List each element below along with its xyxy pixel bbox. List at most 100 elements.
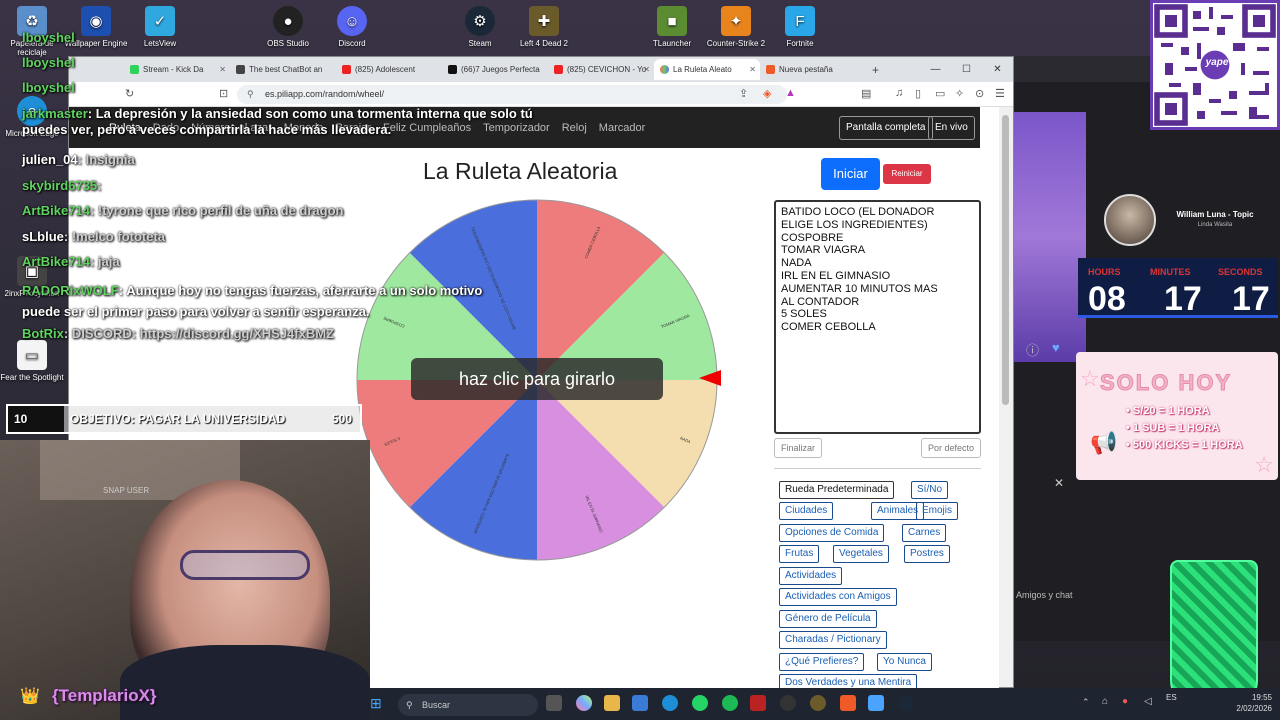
steam-icon[interactable] xyxy=(898,695,914,711)
goal-target: 500 xyxy=(331,412,352,426)
notes-icon[interactable] xyxy=(868,695,884,711)
edge-icon[interactable] xyxy=(662,695,678,711)
clock[interactable]: 19:55 2/02/2026 xyxy=(1232,692,1272,714)
new-tab-button[interactable]: + xyxy=(872,63,879,77)
reload-icon[interactable]: ↻ xyxy=(125,87,134,100)
site-info-icon[interactable]: ⚲ xyxy=(247,85,254,104)
close-panel-icon[interactable]: ✕ xyxy=(1054,476,1064,490)
default-button[interactable]: Por defecto xyxy=(921,438,982,458)
tab-chatbot[interactable]: The best ChatBot an xyxy=(230,59,336,80)
song-title: William Luna - Topic xyxy=(1176,210,1254,219)
spin-hint[interactable]: haz clic para girarlo xyxy=(411,358,663,400)
spotify-icon[interactable] xyxy=(722,695,738,711)
preset-vegetables[interactable]: Vegetales xyxy=(833,545,889,563)
tab-tiktok[interactable]: (66)7 Juegos Perfecta xyxy=(442,59,548,80)
fortnite-icon: F xyxy=(785,6,815,36)
preset-default-wheel[interactable]: Rueda Predeterminada xyxy=(779,481,895,499)
preset-cities[interactable]: Ciudades xyxy=(779,502,834,520)
tray-app-icon[interactable]: ● xyxy=(1122,696,1128,707)
preset-activities-friends[interactable]: Actividades con Amigos xyxy=(779,588,897,606)
seconds-value: 17 xyxy=(1232,280,1270,318)
preset-emojis[interactable]: Emojis xyxy=(916,502,959,520)
desktop-icon-fortnite[interactable]: F Fortnite xyxy=(768,6,832,48)
rewards-icon[interactable]: ▲ xyxy=(785,87,796,99)
nav-marcador[interactable]: Marcador xyxy=(599,122,645,134)
media-icon[interactable]: ♫ xyxy=(895,87,903,99)
copilot-icon[interactable] xyxy=(576,695,592,711)
preset-never-have-i[interactable]: Yo Nunca xyxy=(877,653,932,671)
maximize-icon[interactable]: ☐ xyxy=(951,57,982,82)
desktop-icon-letsview[interactable]: ✓ LetsView xyxy=(128,6,192,48)
preset-movie-genre[interactable]: Género de Película xyxy=(779,610,877,628)
windows-start-icon[interactable]: ⊞ xyxy=(370,695,382,712)
leo-icon[interactable]: ✧ xyxy=(955,87,964,100)
wallet-icon[interactable]: ▭ xyxy=(935,87,945,100)
chat-line: julien_04: Insignia xyxy=(22,152,135,167)
preset-meats[interactable]: Carnes xyxy=(902,524,947,542)
countdown-timer: HOURS MINUTES SECONDS 08 17 17 xyxy=(1078,258,1278,318)
whatsapp-icon[interactable] xyxy=(692,695,708,711)
tab-youtube-2[interactable]: (825) CEVICHON - Yo ✕ xyxy=(548,59,654,80)
url-bar[interactable]: ⚲ es.piliapp.com/random/wheel/ xyxy=(237,84,787,104)
vpn-icon[interactable]: ⊙ xyxy=(975,87,984,100)
minimize-icon[interactable]: — xyxy=(920,57,951,82)
desktop-icon-steam[interactable]: ⚙ Steam xyxy=(448,6,512,48)
close-icon[interactable]: ✕ xyxy=(982,57,1013,82)
tab-kick[interactable]: Stream - Kick Da ✕ xyxy=(124,59,230,80)
friends-chat-label[interactable]: Amigos y chat xyxy=(1016,590,1073,600)
finish-button[interactable]: Finalizar xyxy=(774,438,823,458)
info-icon[interactable]: ⓘ xyxy=(1026,340,1039,359)
tab-ruleta[interactable]: La Ruleta Aleato ✕ xyxy=(654,59,760,80)
preset-desserts[interactable]: Postres xyxy=(904,545,950,563)
desktop-icon-left4dead2[interactable]: ✚ Left 4 Dead 2 xyxy=(512,6,576,48)
start-button[interactable]: Iniciar xyxy=(821,158,880,190)
taskbar-search[interactable]: ⚲ Buscar xyxy=(398,694,538,716)
tray-chevron-icon[interactable]: ⌃ xyxy=(1082,697,1090,708)
song-subtitle: Linda Wasita xyxy=(1197,222,1233,228)
desktop-icon-cs2[interactable]: ✦ Counter-Strike 2 xyxy=(704,6,768,48)
brave-shield-icon[interactable]: ◈ xyxy=(763,87,771,100)
brave-icon[interactable] xyxy=(840,695,856,711)
preset-would-you-rather[interactable]: ¿Qué Prefieres? xyxy=(779,653,865,671)
nav-reloj[interactable]: Reloj xyxy=(562,122,587,134)
preset-activities[interactable]: Actividades xyxy=(779,567,843,585)
options-textarea[interactable]: BATIDO LOCO (EL DONADOR ELIGE LOS INGRED… xyxy=(774,200,981,434)
network-icon[interactable]: ⌂ xyxy=(1102,696,1108,707)
desktop-icon-tlauncher[interactable]: ■ TLauncher xyxy=(640,6,704,48)
reset-button[interactable]: Reiniciar xyxy=(883,164,931,184)
language-indicator[interactable]: ES xyxy=(1166,692,1177,703)
reader-icon[interactable]: ▤ xyxy=(861,87,871,100)
volume-icon[interactable]: ◁ xyxy=(1144,696,1152,707)
task-view-icon[interactable] xyxy=(546,695,562,711)
tab-new[interactable]: Nueva pestaña xyxy=(760,59,866,80)
address-bar-row: ↻ ⊡ ⚲ es.piliapp.com/random/wheel/ ⇪ ◈ ▲… xyxy=(69,82,1013,107)
desktop-icon-discord[interactable]: ☺ Discord xyxy=(320,6,384,48)
chatbot-icon xyxy=(236,65,245,74)
fullscreen-button[interactable]: Pantalla completa xyxy=(839,116,933,140)
desktop-icon-obs[interactable]: ● OBS Studio xyxy=(256,6,320,48)
store-icon[interactable] xyxy=(632,695,648,711)
close-tab-icon[interactable]: ✕ xyxy=(219,65,226,74)
bookmark-icon[interactable]: ⊡ xyxy=(219,87,228,100)
share-icon[interactable]: ⇪ xyxy=(739,87,748,100)
preset-charades[interactable]: Charadas / Pictionary xyxy=(779,631,887,649)
preset-food[interactable]: Opciones de Comida xyxy=(779,524,885,542)
live-button[interactable]: En vivo xyxy=(928,116,975,140)
file-explorer-icon[interactable] xyxy=(604,695,620,711)
game-icon[interactable] xyxy=(810,695,826,711)
promo-line: • 500 KICKS = 1 HORA xyxy=(1126,439,1243,451)
heart-icon[interactable]: ♥ xyxy=(1052,340,1060,355)
preset-fruits[interactable]: Frutas xyxy=(779,545,820,563)
song-avatar xyxy=(1104,194,1156,246)
scrollbar-thumb[interactable] xyxy=(1002,115,1009,405)
desktop-icon-fear-the-spotlight[interactable]: ▭ Fear the Spotlight xyxy=(0,340,64,382)
preset-yes-no[interactable]: Sí/No xyxy=(911,481,949,499)
page-scrollbar[interactable] xyxy=(999,107,1013,687)
tab-youtube-1[interactable]: (825) Adolescent xyxy=(336,59,442,80)
menu-icon[interactable]: ☰ xyxy=(995,87,1005,100)
obs-icon[interactable] xyxy=(780,695,796,711)
dota-icon[interactable] xyxy=(750,695,766,711)
sidebar-icon[interactable]: ▯ xyxy=(915,87,921,100)
close-tab-icon[interactable]: ✕ xyxy=(749,65,756,74)
close-tab-icon[interactable]: ✕ xyxy=(643,65,650,74)
